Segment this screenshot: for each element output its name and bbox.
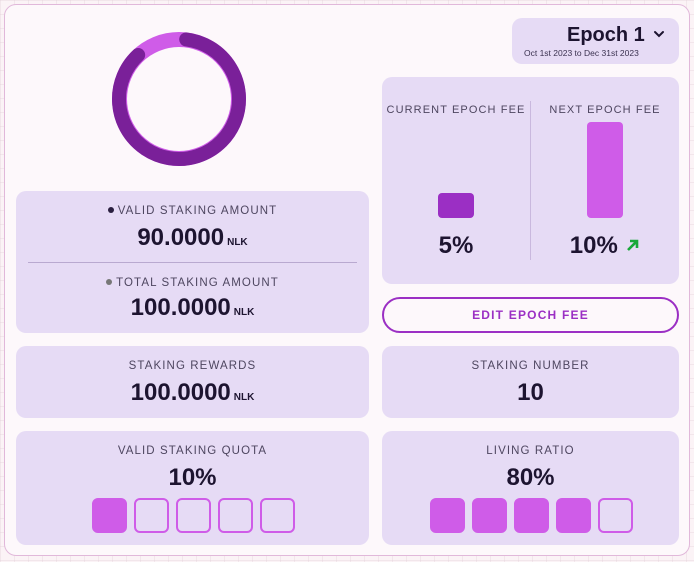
chevron-down-icon <box>653 26 665 44</box>
epoch-selector[interactable]: Epoch 1 Oct 1st 2023 to Dec 31st 2023 <box>512 18 679 64</box>
valid-staking-value: 90.0000 NLK <box>137 224 248 251</box>
living-level-box-3 <box>514 498 549 533</box>
valid-staking-quota-card: VALID STAKING QUOTA 10% <box>16 431 369 545</box>
quota-level-box-2 <box>134 498 169 533</box>
current-epoch-fee-label: CURRENT EPOCH FEE <box>386 104 526 116</box>
staking-number-value: 10 <box>517 379 544 406</box>
living-level-box-1 <box>430 498 465 533</box>
staking-rewards-card: STAKING REWARDS 100.0000 NLK <box>16 346 369 418</box>
arrow-up-right-icon <box>626 238 640 257</box>
next-fee-value-wrap: 10% <box>531 232 679 260</box>
staking-number-label: STAKING NUMBER <box>471 360 590 372</box>
staking-donut-chart <box>112 32 246 166</box>
valid-staking-quota-value: 10% <box>168 464 217 491</box>
living-ratio-value: 80% <box>506 464 555 491</box>
living-level-boxes <box>430 498 633 533</box>
epoch-date-range: Oct 1st 2023 to Dec 31st 2023 <box>524 48 639 58</box>
donut-hole <box>127 47 231 151</box>
living-level-box-4 <box>556 498 591 533</box>
current-fee-value: 5% <box>438 232 474 259</box>
edit-epoch-fee-label: EDIT EPOCH FEE <box>472 308 589 322</box>
edit-epoch-fee-button[interactable]: EDIT EPOCH FEE <box>382 297 679 333</box>
valid-staking-label: VALID STAKING AMOUNT <box>16 205 369 217</box>
current-fee-bar <box>438 193 474 218</box>
quota-level-box-1 <box>92 498 127 533</box>
staking-rewards-label: STAKING REWARDS <box>128 360 257 372</box>
next-fee-bar <box>587 122 623 218</box>
epoch-title: Epoch 1 <box>567 24 645 46</box>
total-staking-label: TOTAL STAKING AMOUNT <box>16 277 369 289</box>
living-ratio-card: LIVING RATIO 80% <box>382 431 679 545</box>
total-staking-value: 100.0000 NLK <box>130 294 255 321</box>
living-level-box-2 <box>472 498 507 533</box>
living-ratio-label: LIVING RATIO <box>486 445 575 457</box>
quota-level-box-4 <box>218 498 253 533</box>
staking-amount-card: VALID STAKING AMOUNT 90.0000 NLK TOTAL ST… <box>16 191 369 333</box>
valid-dot-icon <box>107 207 114 213</box>
total-dot-icon <box>106 279 113 285</box>
next-fee-value: 10% <box>569 232 618 259</box>
valid-staking-quota-label: VALID STAKING QUOTA <box>117 445 268 457</box>
quota-level-box-3 <box>176 498 211 533</box>
staking-number-card: STAKING NUMBER 10 <box>382 346 679 418</box>
next-epoch-fee-label: NEXT EPOCH FEE <box>549 104 661 116</box>
epoch-fee-card: CURRENT EPOCH FEE NEXT EPOCH FEE 5% 10% <box>382 77 679 284</box>
staking-rewards-value: 100.0000 NLK <box>130 379 255 406</box>
quota-level-box-5 <box>260 498 295 533</box>
divider <box>28 262 357 263</box>
living-level-box-5 <box>598 498 633 533</box>
quota-level-boxes <box>92 498 295 533</box>
